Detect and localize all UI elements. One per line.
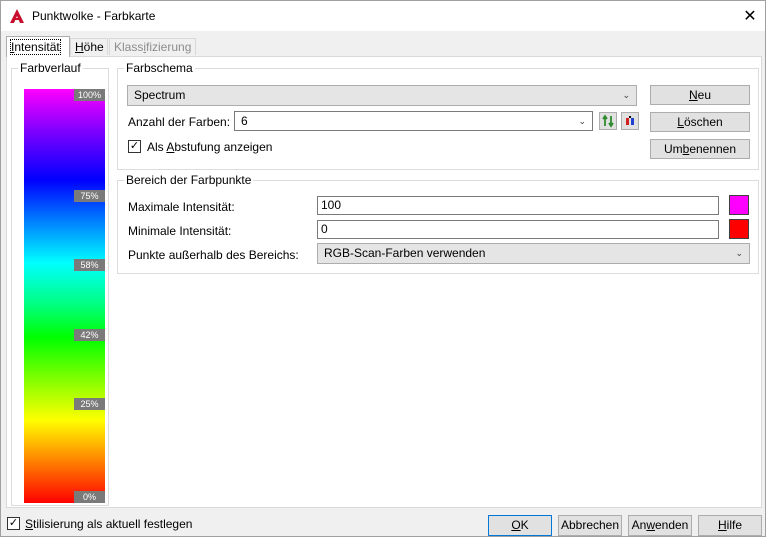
farbschema-group: Farbschema Spectrum ⌄ Anzahl der Farben:…	[117, 61, 759, 170]
max-color-swatch[interactable]	[729, 195, 749, 215]
outside-range-label: Punkte außerhalb des Bereichs:	[128, 248, 299, 262]
rename-button[interactable]: Umbenennen	[650, 139, 750, 159]
outside-range-dropdown[interactable]: RGB-Scan-Farben verwenden ⌄	[317, 243, 750, 264]
title-bar: Punktwolke - Farbkarte ✕	[1, 1, 765, 31]
color-range-title: Bereich der Farbpunkte	[124, 173, 254, 187]
chevron-down-icon: ⌄	[622, 90, 630, 100]
show-stepping-checkbox[interactable]: ✓	[128, 140, 141, 153]
cancel-button[interactable]: Abbrechen	[558, 515, 622, 536]
farbverlauf-title: Farbverlauf	[18, 61, 83, 75]
tick-label-58: 58%	[74, 259, 105, 271]
help-button[interactable]: Hilfe	[698, 515, 762, 536]
max-intensity-input[interactable]: 100	[317, 196, 719, 215]
close-icon[interactable]: ✕	[735, 1, 765, 31]
color-count-dropdown[interactable]: 6 ⌄	[234, 111, 593, 131]
new-button[interactable]: Neu	[650, 85, 750, 105]
max-intensity-label: Maximale Intensität:	[128, 200, 235, 214]
autocad-app-icon	[10, 9, 24, 23]
farbschema-title: Farbschema	[124, 61, 195, 75]
stylize-label: Stilisierung als aktuell festlegen	[25, 517, 193, 531]
tick-label-100: 100%	[74, 89, 105, 101]
outside-range-value: RGB-Scan-Farben verwenden	[324, 246, 486, 260]
tab-hoehe[interactable]: Höhe	[70, 38, 108, 55]
min-intensity-input[interactable]: 0	[317, 220, 719, 239]
color-gradient-bar: 100% 75% 58% 42% 25% 0%	[24, 89, 105, 503]
color-edit-icon[interactable]	[621, 112, 639, 130]
color-count-value: 6	[241, 114, 248, 128]
stylize-checkbox[interactable]: ✓	[7, 517, 20, 530]
apply-button[interactable]: Anwenden	[628, 515, 692, 536]
farbverlauf-group: Farbverlauf 100% 75% 58% 42% 25% 0%	[11, 61, 109, 506]
tab-klassifizierung[interactable]: Klassifizierung	[109, 38, 196, 55]
dialog-window: Punktwolke - Farbkarte ✕ Intensität Höhe…	[0, 0, 766, 537]
tick-label-75: 75%	[74, 190, 105, 202]
color-range-group: Bereich der Farbpunkte Maximale Intensit…	[117, 173, 759, 274]
tab-intensitaet[interactable]: Intensität	[6, 36, 70, 57]
swap-arrows-icon[interactable]	[599, 112, 617, 130]
color-scheme-dropdown[interactable]: Spectrum ⌄	[127, 85, 637, 106]
color-scheme-value: Spectrum	[134, 88, 186, 102]
tick-label-25: 25%	[74, 398, 105, 410]
chevron-down-icon: ⌄	[735, 248, 743, 258]
window-title: Punktwolke - Farbkarte	[32, 9, 156, 23]
min-intensity-label: Minimale Intensität:	[128, 224, 232, 238]
tick-label-42: 42%	[74, 329, 105, 341]
delete-button[interactable]: Löschen	[650, 112, 750, 132]
tick-label-0: 0%	[74, 491, 105, 503]
min-color-swatch[interactable]	[729, 219, 749, 239]
ok-button[interactable]: OK	[488, 515, 552, 536]
chevron-down-icon: ⌄	[578, 116, 586, 126]
tab-panel-intensitaet: Farbverlauf 100% 75% 58% 42% 25% 0% Farb…	[6, 56, 762, 508]
show-stepping-label: Als Abstufung anzeigen	[147, 140, 273, 154]
color-count-label: Anzahl der Farben:	[128, 115, 231, 129]
